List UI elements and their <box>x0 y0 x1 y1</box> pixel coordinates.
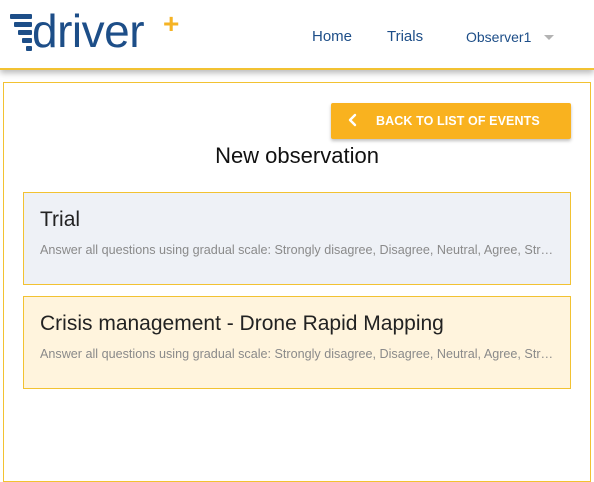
chevron-left-icon <box>348 113 357 127</box>
card-title: Crisis management - Drone Rapid Mapping <box>40 312 444 335</box>
card-description: Answer all questions using gradual scale… <box>40 347 556 361</box>
page-title: New observation <box>215 143 379 168</box>
card-title: Trial <box>40 208 81 231</box>
back-to-list-button[interactable]: BACK TO LIST OF EVENTS <box>331 103 571 139</box>
driver-logo[interactable]: driver + <box>10 5 185 58</box>
logo-plus-icon: + <box>163 8 180 39</box>
logo-text: driver <box>32 5 145 57</box>
user-menu[interactable]: Observer1 <box>466 29 531 45</box>
nav-home-link[interactable]: Home <box>312 28 352 45</box>
back-button-label: BACK TO LIST OF EVENTS <box>376 114 540 128</box>
event-card-crisis-management[interactable]: Crisis management - Drone Rapid Mapping … <box>23 296 571 389</box>
nav-trials-link[interactable]: Trials <box>387 28 423 45</box>
chevron-down-icon[interactable] <box>544 35 554 40</box>
top-header: driver + Home Trials Observer1 <box>0 0 594 70</box>
card-description: Answer all questions using gradual scale… <box>40 243 556 257</box>
event-card-trial[interactable]: Trial Answer all questions using gradual… <box>23 192 571 285</box>
